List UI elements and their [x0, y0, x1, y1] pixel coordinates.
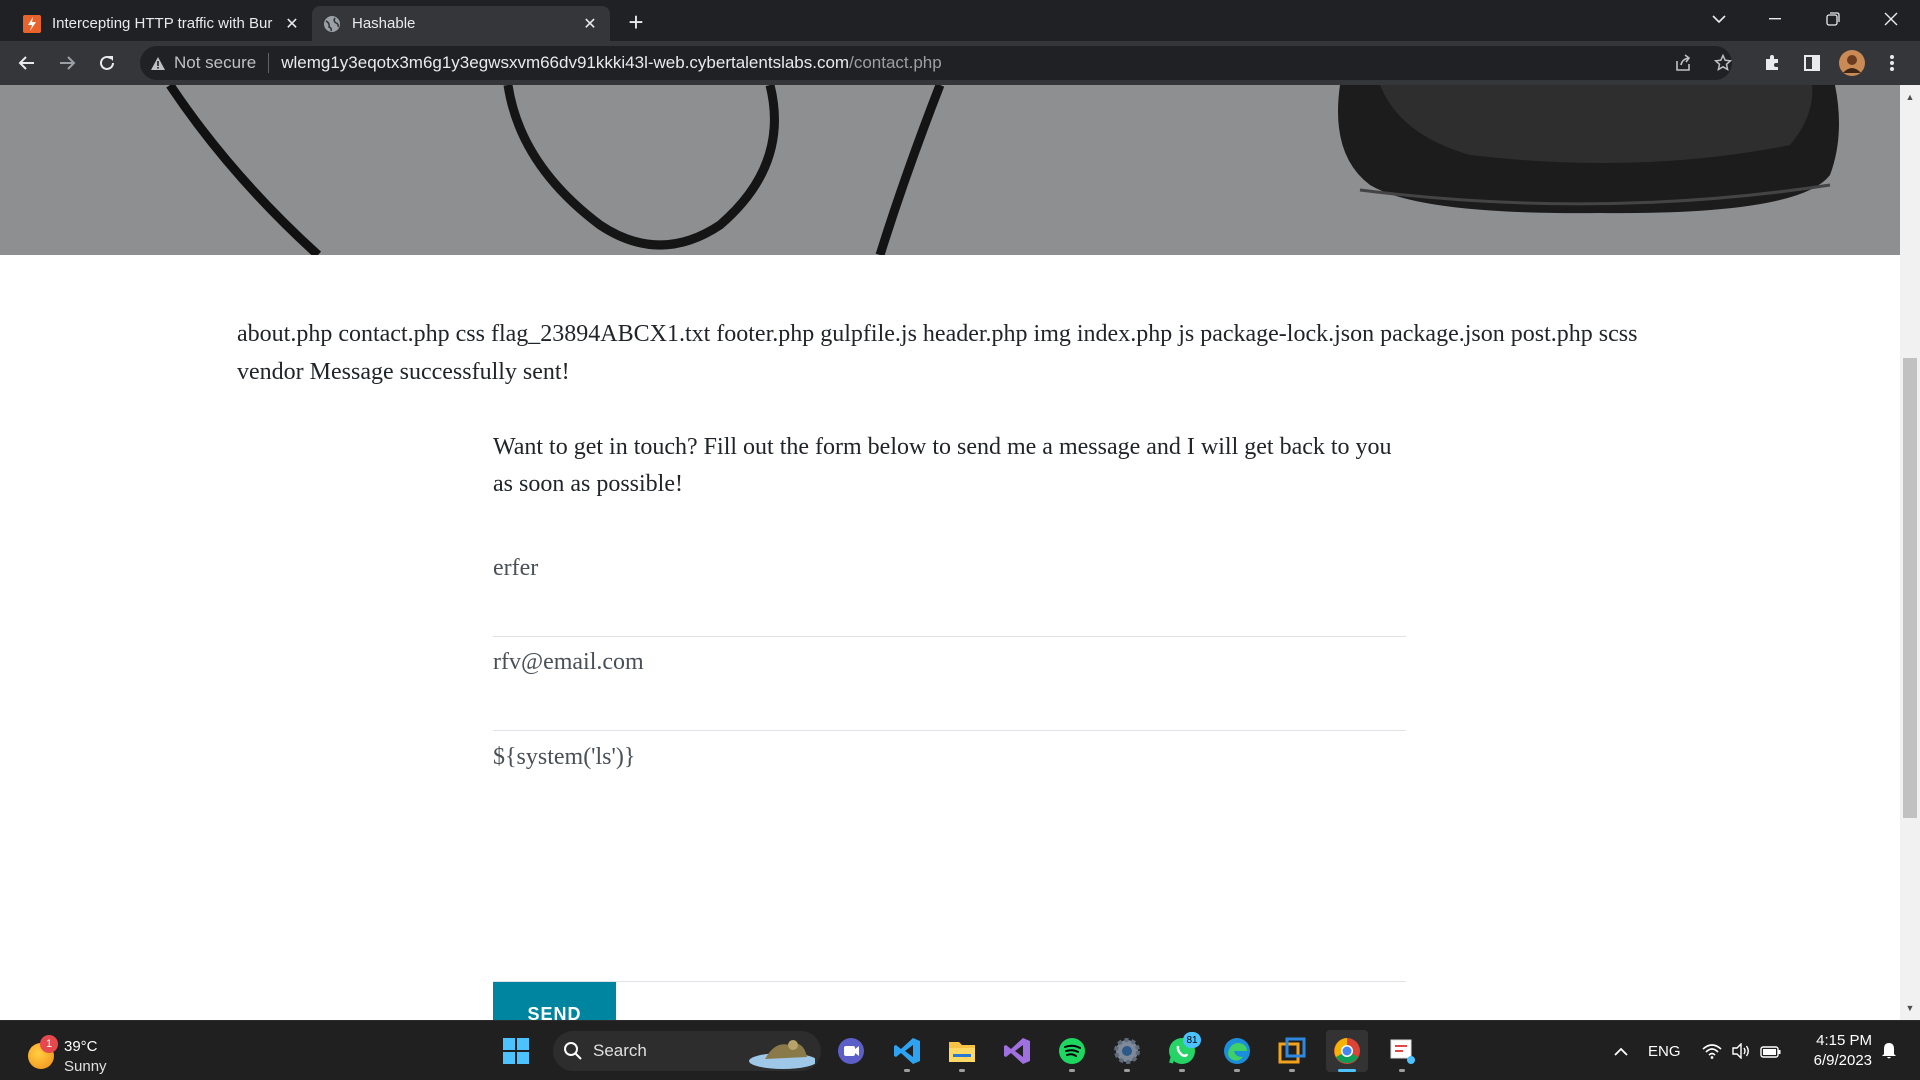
- message-field-value: ${system('ls')}: [493, 744, 636, 770]
- address-separator: [268, 53, 270, 73]
- page-viewport: about.php contact.php css flag_23894ABCX…: [0, 85, 1900, 1020]
- back-arrow-icon[interactable]: [11, 47, 43, 79]
- search-label: Search: [593, 1041, 647, 1060]
- profile-avatar[interactable]: [1836, 47, 1868, 79]
- tab-burp-intercepting[interactable]: Intercepting HTTP traffic with Bur ✕: [12, 6, 312, 41]
- scroll-down-arrow-icon[interactable]: ▼: [1900, 1000, 1920, 1016]
- tab-title: Hashable: [352, 15, 416, 32]
- page-scrollbar[interactable]: ▲ ▼: [1900, 85, 1920, 1020]
- tab-title: Intercepting HTTP traffic with Bur: [52, 15, 273, 32]
- url-path: /contact.php: [849, 53, 942, 72]
- remote-app-icon[interactable]: [1271, 1030, 1313, 1072]
- weather-temperature: 39°C: [64, 1038, 98, 1055]
- close-tab-icon[interactable]: ✕: [282, 14, 302, 34]
- browser-menu-icon[interactable]: [1876, 47, 1908, 79]
- bookmark-star-icon[interactable]: [1707, 46, 1739, 80]
- minimize-icon[interactable]: [1752, 0, 1798, 38]
- clock[interactable]: 4:15 PM 6/9/2023: [1798, 1031, 1872, 1071]
- header-image: [0, 85, 1900, 255]
- teams-meet-icon[interactable]: [830, 1030, 872, 1072]
- scroll-up-arrow-icon[interactable]: ▲: [1900, 89, 1920, 105]
- url-host: wlemg1y3eqotx3m6g1y3egwsxvm66dv91kkki43l…: [281, 53, 850, 72]
- side-panel-icon[interactable]: [1796, 47, 1828, 79]
- wifi-icon: [1702, 1044, 1722, 1059]
- edge-icon[interactable]: [1216, 1030, 1258, 1072]
- new-tab-button[interactable]: +: [622, 7, 650, 37]
- taskbar-search[interactable]: Search: [553, 1031, 821, 1071]
- tab-search-icon[interactable]: [1696, 0, 1742, 38]
- tab-hashable[interactable]: Hashable ✕: [312, 6, 610, 41]
- browser-toolbar: Not secure wlemg1y3eqotx3m6g1y3egwsxvm66…: [0, 41, 1920, 85]
- battery-icon: [1760, 1046, 1781, 1058]
- running-indicator: [959, 1069, 965, 1072]
- reload-icon[interactable]: [91, 47, 123, 79]
- spotify-icon[interactable]: [1051, 1030, 1093, 1072]
- running-indicator: [904, 1069, 910, 1072]
- volume-icon: [1732, 1043, 1749, 1059]
- windows-logo-icon: [503, 1038, 529, 1064]
- weather-badge: 1: [40, 1035, 58, 1053]
- running-indicator: [1399, 1069, 1405, 1072]
- file-explorer-icon[interactable]: [941, 1030, 983, 1072]
- globe-icon: [322, 14, 342, 34]
- whatsapp-badge: 81: [1183, 1032, 1201, 1048]
- settings-gear-icon[interactable]: [1106, 1030, 1148, 1072]
- scrollbar-thumb[interactable]: [1903, 358, 1917, 818]
- running-indicator: [1289, 1069, 1295, 1072]
- weather-condition: Sunny: [64, 1058, 107, 1075]
- command-output-text: about.php contact.php css flag_23894ABCX…: [237, 321, 1638, 385]
- message-field[interactable]: ${system('ls')}: [493, 744, 1406, 884]
- not-secure-label: Not secure: [174, 53, 257, 72]
- vscode-icon[interactable]: [886, 1030, 928, 1072]
- name-field-value: erfer: [493, 555, 539, 581]
- windows-taskbar: 1 39°C Sunny Search 81 ENG 4:15 PM 6/9/2…: [0, 1020, 1920, 1080]
- input-language[interactable]: ENG: [1648, 1021, 1681, 1080]
- quick-settings[interactable]: [1702, 1021, 1782, 1080]
- form-footer: SEND: [493, 981, 1406, 1020]
- chrome-icon[interactable]: [1326, 1030, 1368, 1072]
- clock-time: 4:15 PM: [1816, 1032, 1872, 1049]
- running-indicator: [1124, 1069, 1130, 1072]
- tab-strip: Intercepting HTTP traffic with Bur ✕ Has…: [0, 0, 1920, 41]
- clock-date: 6/9/2023: [1813, 1052, 1872, 1069]
- warning-triangle-icon: [151, 56, 165, 70]
- forward-arrow-icon[interactable]: [51, 47, 83, 79]
- running-indicator: [1179, 1069, 1185, 1072]
- whatsapp-icon[interactable]: 81: [1161, 1030, 1203, 1072]
- restore-icon[interactable]: [1810, 0, 1856, 38]
- close-tab-icon[interactable]: ✕: [580, 14, 600, 34]
- visual-studio-icon[interactable]: [996, 1030, 1038, 1072]
- email-field-value: rfv@email.com: [493, 649, 644, 675]
- name-field[interactable]: erfer: [493, 555, 1406, 637]
- notification-bell-icon[interactable]: [1876, 1021, 1902, 1080]
- address-bar[interactable]: Not secure wlemg1y3eqotx3m6g1y3egwsxvm66…: [140, 46, 1732, 80]
- email-field[interactable]: rfv@email.com: [493, 649, 1406, 731]
- extensions-puzzle-icon[interactable]: [1756, 47, 1788, 79]
- weather-widget[interactable]: 1 39°C Sunny: [26, 1029, 166, 1075]
- contact-intro-text: Want to get in touch? Fill out the form …: [493, 434, 1392, 497]
- start-button[interactable]: [495, 1030, 537, 1072]
- search-highlight-image: [749, 1040, 815, 1069]
- active-indicator: [1338, 1069, 1356, 1072]
- send-button[interactable]: SEND: [493, 982, 616, 1020]
- show-hidden-icons-chevron-icon[interactable]: [1608, 1021, 1634, 1080]
- close-window-icon[interactable]: [1868, 0, 1914, 38]
- search-icon: [564, 1042, 582, 1060]
- running-indicator: [1069, 1069, 1075, 1072]
- snipping-tool-icon[interactable]: [1381, 1030, 1423, 1072]
- running-indicator: [1234, 1069, 1240, 1072]
- burp-icon: [22, 14, 42, 34]
- share-icon[interactable]: [1667, 46, 1699, 80]
- not-secure-indicator[interactable]: Not secure: [150, 53, 256, 73]
